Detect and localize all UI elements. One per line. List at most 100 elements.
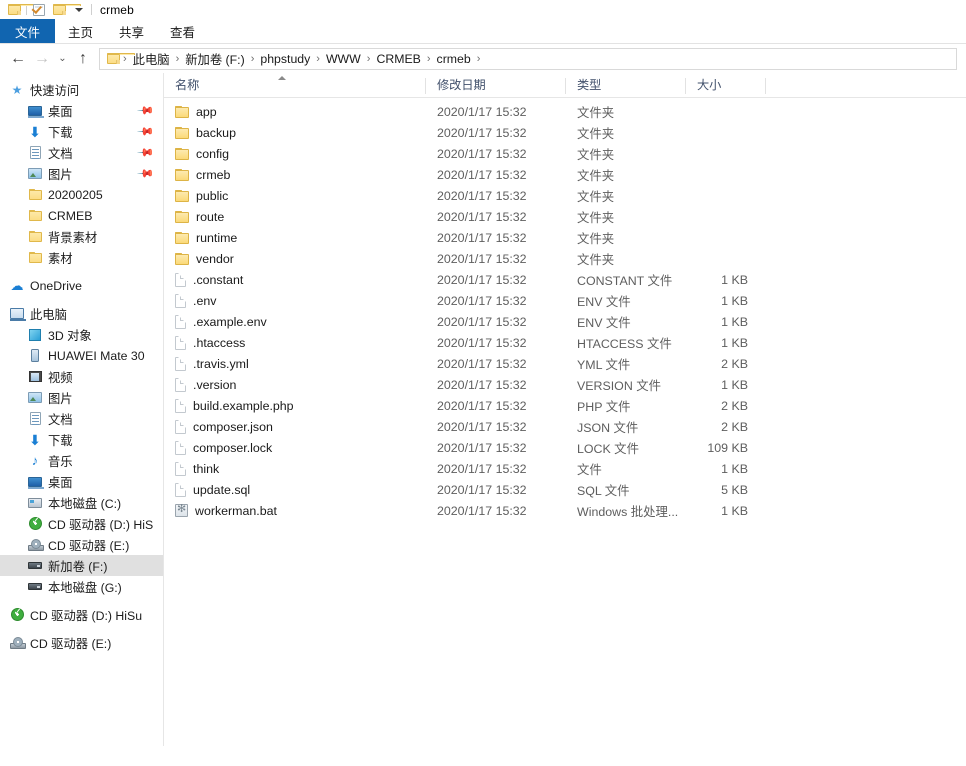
table-row[interactable]: public 2020/1/17 15:32 文件夹	[164, 185, 966, 206]
file-list-pane[interactable]: 名称 修改日期 类型 大小 app 2020/1/17 15:32 文件夹 bac	[164, 73, 966, 746]
sidebar-item-quick-access[interactable]: ★ 快速访问	[0, 79, 163, 100]
table-row[interactable]: .travis.yml 2020/1/17 15:32 YML 文件 2 KB	[164, 353, 966, 374]
sidebar-item-videos[interactable]: 视频	[0, 366, 163, 387]
file-name-cell[interactable]: composer.json	[164, 419, 426, 434]
sidebar-item-desktop-pc[interactable]: 桌面	[0, 471, 163, 492]
file-type-cell: 文件夹	[577, 147, 615, 162]
table-row[interactable]: composer.json 2020/1/17 15:32 JSON 文件 2 KB	[164, 416, 966, 437]
pin-icon[interactable]: 📌	[137, 143, 156, 162]
breadcrumb[interactable]: › 此电脑 › 新加卷 (F:) › phpstudy › WWW › CRME…	[99, 47, 957, 70]
file-name-cell[interactable]: crmeb	[164, 168, 426, 182]
sidebar-item-music[interactable]: ♪ 音乐	[0, 450, 163, 471]
sidebar-item-documents-pc[interactable]: 文档	[0, 408, 163, 429]
sidebar-item-background-material[interactable]: 背景素材	[0, 226, 163, 247]
column-header-size[interactable]: 大小	[686, 75, 766, 97]
file-name-cell[interactable]: think	[164, 461, 426, 476]
breadcrumb-item-phpstudy[interactable]: phpstudy	[255, 52, 315, 66]
tab-file[interactable]: 文件	[0, 19, 56, 43]
sidebar-item-huawei-mate-30[interactable]: HUAWEI Mate 30	[0, 345, 163, 366]
sidebar-item-label: 快速访问	[30, 83, 80, 98]
sidebar-item-pictures[interactable]: 图片 📌	[0, 163, 163, 184]
table-row[interactable]: vendor 2020/1/17 15:32 文件夹	[164, 248, 966, 269]
tab-view[interactable]: 查看	[157, 19, 208, 43]
table-row[interactable]: .example.env 2020/1/17 15:32 ENV 文件 1 KB	[164, 311, 966, 332]
tab-share[interactable]: 共享	[106, 19, 157, 43]
table-row[interactable]: backup 2020/1/17 15:32 文件夹	[164, 122, 966, 143]
table-row[interactable]: .constant 2020/1/17 15:32 CONSTANT 文件 1 KB	[164, 269, 966, 290]
file-name-cell[interactable]: public	[164, 189, 426, 203]
sidebar-item-cd-drive-e[interactable]: CD 驱动器 (E:)	[0, 534, 163, 555]
table-row[interactable]: update.sql 2020/1/17 15:32 SQL 文件 5 KB	[164, 479, 966, 500]
sidebar-item-local-disk-g[interactable]: 本地磁盘 (G:)	[0, 576, 163, 597]
column-divider[interactable]	[765, 78, 766, 94]
pin-icon[interactable]: 📌	[137, 164, 156, 183]
forward-button[interactable]: →	[30, 47, 54, 71]
breadcrumb-item-crmeb[interactable]: crmeb	[432, 52, 476, 66]
file-name-cell[interactable]: .travis.yml	[164, 356, 426, 371]
file-name-cell[interactable]: vendor	[164, 252, 426, 266]
sidebar-item-20200205[interactable]: 20200205	[0, 184, 163, 205]
breadcrumb-item-this-pc[interactable]: 此电脑	[128, 50, 175, 68]
column-header-name[interactable]: 名称	[164, 75, 426, 97]
breadcrumb-item-volume-f[interactable]: 新加卷 (F:)	[180, 50, 249, 68]
table-row[interactable]: route 2020/1/17 15:32 文件夹	[164, 206, 966, 227]
folder-icon[interactable]	[4, 1, 36, 19]
file-name-cell[interactable]: composer.lock	[164, 440, 426, 455]
file-name-label: app	[196, 104, 217, 119]
file-name-cell[interactable]: backup	[164, 126, 426, 140]
file-name-cell[interactable]: .constant	[164, 272, 426, 287]
pin-icon[interactable]: 📌	[137, 122, 156, 141]
sidebar-item-cd-drive-d[interactable]: CD 驱动器 (D:) HiS	[0, 513, 163, 534]
tab-home[interactable]: 主页	[55, 19, 106, 43]
file-name-cell[interactable]: runtime	[164, 231, 426, 245]
table-row[interactable]: app 2020/1/17 15:32 文件夹	[164, 101, 966, 122]
new-folder-icon[interactable]	[49, 1, 81, 19]
sidebar-item-pictures-pc[interactable]: 图片	[0, 387, 163, 408]
back-button[interactable]: ←	[6, 47, 30, 71]
table-row[interactable]: crmeb 2020/1/17 15:32 文件夹	[164, 164, 966, 185]
file-size-cell: 2 KB	[721, 356, 748, 371]
sidebar-item-3d-objects[interactable]: 3D 对象	[0, 324, 163, 345]
file-name-cell[interactable]: config	[164, 147, 426, 161]
file-name-cell[interactable]: route	[164, 210, 426, 224]
sidebar-item-local-disk-c[interactable]: 本地磁盘 (C:)	[0, 492, 163, 513]
sidebar-item-material[interactable]: 素材	[0, 247, 163, 268]
sidebar-item-this-pc[interactable]: 此电脑	[0, 303, 163, 324]
volume-icon	[27, 558, 43, 574]
sidebar-item-downloads[interactable]: ⬇ 下载 📌	[0, 121, 163, 142]
sidebar-item-new-volume-f[interactable]: 新加卷 (F:)	[0, 555, 163, 576]
sidebar-item-downloads-pc[interactable]: ⬇ 下载	[0, 429, 163, 450]
file-name-cell[interactable]: .example.env	[164, 314, 426, 329]
file-name-cell[interactable]: .env	[164, 293, 426, 308]
column-header-date-modified[interactable]: 修改日期	[426, 75, 566, 97]
table-row[interactable]: .version 2020/1/17 15:32 VERSION 文件 1 KB	[164, 374, 966, 395]
table-row[interactable]: config 2020/1/17 15:32 文件夹	[164, 143, 966, 164]
table-row[interactable]: .htaccess 2020/1/17 15:32 HTACCESS 文件 1 KB	[164, 332, 966, 353]
pin-icon[interactable]: 📌	[137, 101, 156, 120]
up-button[interactable]: ↑	[71, 47, 95, 71]
breadcrumb-item-www[interactable]: WWW	[321, 52, 366, 66]
table-row[interactable]: runtime 2020/1/17 15:32 文件夹	[164, 227, 966, 248]
sidebar-item-cd-drive-d-root[interactable]: CD 驱动器 (D:) HiSu	[0, 604, 163, 625]
file-name-cell[interactable]: update.sql	[164, 482, 426, 497]
file-name-cell[interactable]: build.example.php	[164, 398, 426, 413]
sidebar-item-crmeb[interactable]: CRMEB	[0, 205, 163, 226]
file-name-cell[interactable]: .htaccess	[164, 335, 426, 350]
sidebar-item-documents[interactable]: 文档 📌	[0, 142, 163, 163]
file-name-cell[interactable]: workerman.bat	[164, 504, 426, 518]
file-name-cell[interactable]: app	[164, 105, 426, 119]
sidebar-item-onedrive[interactable]: ☁ OneDrive	[0, 275, 163, 296]
navigation-pane[interactable]: ★ 快速访问 桌面 📌 ⬇ 下载 📌 文档 📌 图片 📌 20200205 CR…	[0, 73, 164, 746]
table-row[interactable]: build.example.php 2020/1/17 15:32 PHP 文件 2 …	[164, 395, 966, 416]
star-pin-icon: ★	[11, 82, 23, 97]
table-row[interactable]: .env 2020/1/17 15:32 ENV 文件 1 KB	[164, 290, 966, 311]
table-row[interactable]: think 2020/1/17 15:32 文件 1 KB	[164, 458, 966, 479]
column-header-type[interactable]: 类型	[566, 75, 686, 97]
table-row[interactable]: workerman.bat 2020/1/17 15:32 Windows 批处理.…	[164, 500, 966, 521]
sidebar-item-cd-drive-e-root[interactable]: CD 驱动器 (E:)	[0, 632, 163, 653]
file-name-cell[interactable]: .version	[164, 377, 426, 392]
sidebar-item-desktop[interactable]: 桌面 📌	[0, 100, 163, 121]
table-row[interactable]: composer.lock 2020/1/17 15:32 LOCK 文件 109 K…	[164, 437, 966, 458]
breadcrumb-item-crmeb-upper[interactable]: CRMEB	[371, 52, 425, 66]
recent-locations-button[interactable]: ⌄	[54, 47, 71, 71]
